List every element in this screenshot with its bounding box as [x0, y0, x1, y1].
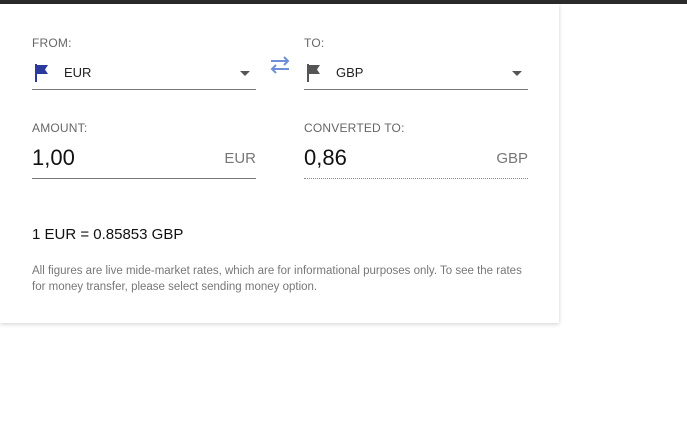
chevron-down-icon	[512, 71, 522, 76]
amount-unit: EUR	[224, 150, 256, 167]
converter-card: FROM: EUR TO: GBP AMOUNT: 1,00 EUR CONVE…	[0, 4, 559, 323]
flag-icon	[35, 64, 48, 82]
to-currency-select[interactable]: GBP	[304, 59, 528, 90]
to-currency-code: GBP	[336, 65, 364, 80]
converted-unit: GBP	[496, 150, 528, 167]
amount-input[interactable]: 1,00 EUR	[32, 142, 256, 179]
to-label: TO:	[304, 36, 325, 50]
converted-value: 0,86	[304, 145, 347, 170]
converted-label: CONVERTED TO:	[304, 121, 405, 135]
converted-output: 0,86 GBP	[304, 142, 528, 179]
amount-value: 1,00	[32, 145, 75, 170]
from-currency-select[interactable]: EUR	[32, 59, 256, 90]
from-currency-code: EUR	[64, 65, 92, 80]
from-label: FROM:	[32, 36, 72, 50]
amount-label: AMOUNT:	[32, 121, 88, 135]
chevron-down-icon	[240, 71, 250, 76]
disclaimer-text: All figures are live mide-market rates, …	[32, 265, 522, 293]
exchange-rate-text: 1 EUR = 0.85853 GBP	[32, 226, 184, 243]
swap-arrows-icon[interactable]	[268, 55, 292, 75]
flag-icon	[307, 64, 320, 82]
